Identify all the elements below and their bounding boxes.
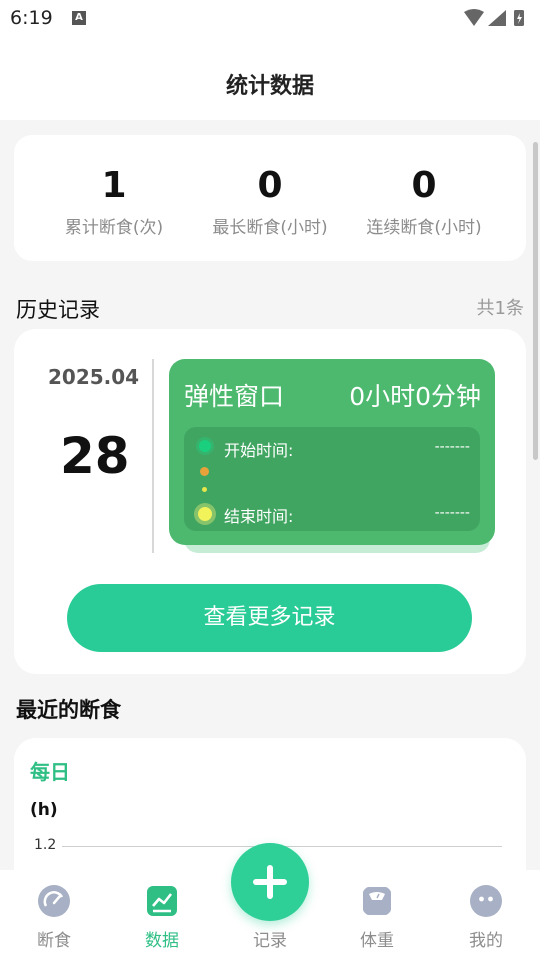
tab-label: 断食 xyxy=(37,931,71,951)
progress-dot-small-icon xyxy=(202,487,207,492)
tab-fasting[interactable]: 断食 xyxy=(14,884,94,951)
signal-icon xyxy=(488,10,506,26)
stat-total-fasts: 1 累计断食(次) xyxy=(34,165,194,238)
stat-consecutive-fast: 0 连续断食(小时) xyxy=(344,165,504,238)
end-time-label: 结束时间: xyxy=(224,507,294,526)
record-day: 28 xyxy=(60,427,130,485)
history-card: 2025.04 28 弹性窗口 0小时0分钟 开始时间: ------- 结束时… xyxy=(14,329,526,674)
status-icons xyxy=(464,9,524,26)
notification-icon: A xyxy=(72,11,86,25)
tab-label: 体重 xyxy=(360,931,394,951)
progress-dot-icon xyxy=(200,467,209,476)
scale-icon xyxy=(363,887,391,915)
time-details: 开始时间: ------- 结束时间: ------- xyxy=(184,427,480,531)
history-title: 历史记录 xyxy=(16,298,100,322)
recent-title: 最近的断食 xyxy=(16,698,121,722)
view-more-records-button[interactable]: 查看更多记录 xyxy=(67,584,472,652)
scrollbar[interactable] xyxy=(533,142,538,460)
stat-longest-fast: 0 最长断食(小时) xyxy=(190,165,350,238)
plan-name: 弹性窗口 xyxy=(184,382,285,411)
tab-label: 我的 xyxy=(469,931,503,951)
start-dot-icon xyxy=(199,440,211,452)
stat-label: 最长断食(小时) xyxy=(212,218,328,238)
start-time-value: ------- xyxy=(434,439,470,455)
fast-duration: 0小时0分钟 xyxy=(349,382,481,411)
tab-data[interactable]: 数据 xyxy=(122,884,202,951)
stat-value: 1 xyxy=(101,165,127,206)
tab-record-label: 记录 xyxy=(253,931,287,951)
chart-unit-label: (h) xyxy=(30,800,58,820)
y-tick-label: 1.2 xyxy=(34,837,57,853)
summary-card: 1 累计断食(次) 0 最长断食(小时) 0 连续断食(小时) xyxy=(14,135,526,261)
face-icon xyxy=(470,885,502,917)
chart-icon xyxy=(147,886,177,916)
page-title: 统计数据 xyxy=(225,74,314,99)
fasting-record-card[interactable]: 弹性窗口 0小时0分钟 开始时间: ------- 结束时间: ------- xyxy=(169,359,495,545)
stat-value: 0 xyxy=(257,165,283,206)
end-dot-icon xyxy=(198,507,212,521)
status-time: 6:19 xyxy=(10,7,53,29)
tab-daily[interactable]: 每日 xyxy=(30,756,70,785)
wifi-icon xyxy=(464,9,484,26)
tab-weight[interactable]: 体重 xyxy=(337,884,417,951)
tab-label: 数据 xyxy=(145,931,179,951)
divider xyxy=(152,359,154,553)
gauge-icon xyxy=(38,885,70,917)
history-count: 共1条 xyxy=(476,298,524,319)
stat-label: 累计断食(次) xyxy=(64,218,164,238)
plus-icon xyxy=(253,865,287,899)
record-month: 2025.04 xyxy=(48,365,140,389)
stat-label: 连续断食(小时) xyxy=(366,218,482,238)
title-bar: 统计数据 xyxy=(0,36,540,120)
end-time-value: ------- xyxy=(434,505,470,521)
status-bar: 6:19 A xyxy=(0,0,540,36)
start-time-label: 开始时间: xyxy=(224,441,294,460)
stat-value: 0 xyxy=(411,165,437,206)
tab-mine[interactable]: 我的 xyxy=(446,884,526,951)
add-record-button[interactable] xyxy=(231,843,309,921)
